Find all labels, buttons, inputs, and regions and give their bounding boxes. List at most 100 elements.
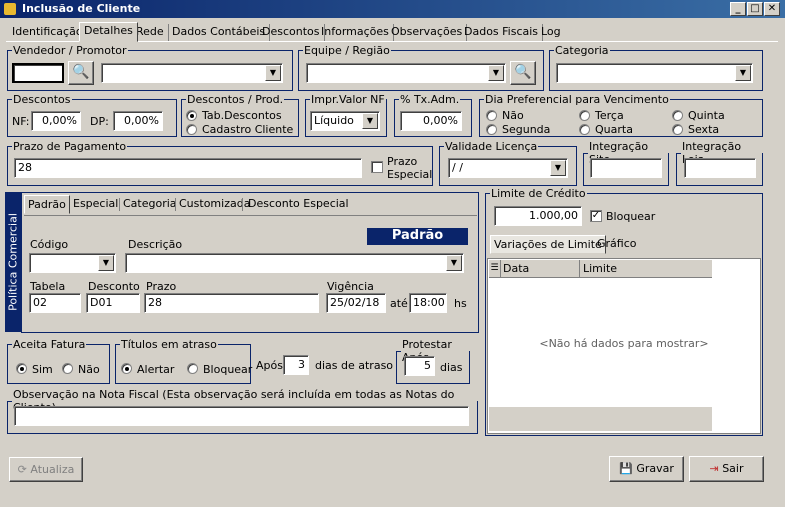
prazo-especial-checkbox[interactable]	[371, 161, 383, 173]
limite-input[interactable]: 1.000,00	[494, 206, 582, 226]
aceita-sim-radio[interactable]	[16, 363, 27, 374]
cadastro-cliente-label: Cadastro Cliente	[202, 123, 294, 136]
dia-quarta-radio[interactable]	[579, 124, 590, 135]
equipe-legend: Equipe / Região	[304, 44, 390, 57]
chevron-down-icon[interactable]: ▼	[98, 255, 114, 271]
tab-log[interactable]: Log	[537, 24, 565, 41]
dia-pref-legend: Dia Preferencial para Vencimento	[485, 93, 669, 106]
chevron-down-icon[interactable]: ▼	[550, 160, 566, 176]
nf-discount-input[interactable]: 0,00%	[31, 111, 81, 131]
tab-observacoes[interactable]: Observações	[387, 24, 468, 41]
desconto-input[interactable]: D01	[86, 293, 140, 313]
validade-date-picker[interactable]: / / ▼	[448, 158, 568, 178]
politica-tab-especial[interactable]: Especial	[70, 195, 121, 214]
protestar-dias-label: dias	[440, 361, 463, 374]
atualiza-button[interactable]: ⟳ Atualiza	[9, 457, 83, 482]
politica-tabs: Padrão Especial Categoria Customizada De…	[24, 195, 477, 216]
minimize-button[interactable]: _	[730, 2, 746, 16]
close-button[interactable]: ✕	[764, 2, 780, 16]
chevron-down-icon[interactable]: ▼	[446, 255, 462, 271]
aceita-group: Aceita Fatura	[7, 338, 110, 384]
tab-descontos-label: Tab.Descontos	[202, 109, 282, 122]
dia-segunda-radio[interactable]	[486, 124, 497, 135]
tabela-label: Tabela	[30, 280, 66, 293]
tab-descontos[interactable]: Descontos	[258, 24, 325, 41]
tab-dados-contabeis[interactable]: Dados Contábeis	[168, 24, 271, 41]
politica-side-label: Política Comercial	[5, 192, 21, 332]
limite-grid[interactable]: ☰ Data Limite <Não há dados para mostrar…	[487, 258, 761, 434]
prazo-especial-label-1: Prazo	[387, 155, 418, 168]
empty-message: <Não há dados para mostrar>	[539, 337, 709, 350]
vendedor-name-select[interactable]: ▼	[101, 63, 283, 83]
codigo-select[interactable]: ▼	[29, 253, 116, 273]
limite-tabs: Variações de Limite Gráfico	[490, 235, 762, 255]
gravar-button[interactable]: 💾 Gravar	[609, 456, 684, 482]
bloquear-label: Bloquear	[606, 210, 656, 223]
vendedor-search-button[interactable]: 🔍	[68, 61, 94, 85]
impr-select[interactable]: Líquido ▼	[310, 111, 380, 131]
equipe-select[interactable]: ▼	[306, 63, 506, 83]
descontos-legend: Descontos	[13, 93, 71, 106]
grid-menu-icon[interactable]: ☰	[489, 260, 501, 277]
tabela-input[interactable]: 02	[29, 293, 81, 313]
tab-dados-fiscais[interactable]: Dados Fiscais	[460, 24, 544, 41]
prazo-pol-label: Prazo	[146, 280, 177, 293]
dias-atraso-input[interactable]: 3	[283, 355, 309, 375]
aceita-nao-radio[interactable]	[62, 363, 73, 374]
politica-tab-padrao[interactable]: Padrão	[24, 195, 70, 214]
chevron-down-icon[interactable]: ▼	[735, 65, 751, 81]
tab-grafico[interactable]: Gráfico	[594, 235, 640, 254]
bloquear-radio[interactable]	[187, 363, 198, 374]
integ-site-input[interactable]	[590, 158, 662, 178]
title-bar: Inclusão de Cliente	[0, 0, 785, 18]
tab-variacoes-limite[interactable]: Variações de Limite	[490, 235, 606, 254]
save-icon: 💾	[619, 462, 637, 475]
aceita-sim-label: Sim	[32, 363, 53, 376]
descricao-select[interactable]: ▼	[125, 253, 464, 273]
limite-legend: Limite de Crédito	[491, 187, 586, 200]
integ-loja-input[interactable]	[684, 158, 756, 178]
dia-sexta-label: Sexta	[688, 123, 720, 136]
dia-nao-radio[interactable]	[486, 110, 497, 121]
prazo-pol-input[interactable]: 28	[144, 293, 319, 313]
politica-banner: Padrão	[367, 228, 468, 245]
obs-input[interactable]	[14, 406, 469, 426]
prazo-input[interactable]: 28	[14, 158, 362, 178]
categoria-select[interactable]: ▼	[556, 63, 753, 83]
dp-label: DP:	[90, 115, 109, 128]
codigo-label: Código	[30, 238, 69, 251]
politica-tab-categoria[interactable]: Categoria	[120, 195, 180, 214]
column-limite[interactable]: Limite	[583, 262, 617, 275]
protestar-input[interactable]: 5	[404, 356, 435, 376]
search-icon: 🔍	[72, 64, 90, 80]
alertar-radio[interactable]	[121, 363, 132, 374]
chevron-down-icon[interactable]: ▼	[265, 65, 281, 81]
cadastro-cliente-radio[interactable]	[186, 124, 197, 135]
tab-descontos-radio[interactable]	[186, 110, 197, 121]
categoria-legend: Categoria	[555, 44, 609, 57]
chevron-down-icon[interactable]: ▼	[362, 113, 378, 129]
column-data[interactable]: Data	[503, 262, 529, 275]
hora-input[interactable]: 18:00	[409, 293, 447, 313]
sair-button[interactable]: ⇥ Sair	[689, 456, 764, 482]
maximize-button[interactable]: □	[747, 2, 763, 16]
alertar-label: Alertar	[137, 363, 175, 376]
dia-quinta-label: Quinta	[688, 109, 725, 122]
chevron-down-icon[interactable]: ▼	[488, 65, 504, 81]
dia-terca-radio[interactable]	[579, 110, 590, 121]
bloquear-checkbox[interactable]: ✓	[590, 210, 602, 222]
dia-sexta-radio[interactable]	[672, 124, 683, 135]
grid-footer	[489, 407, 712, 431]
tab-detalhes[interactable]: Detalhes	[79, 22, 138, 42]
tx-adm-input[interactable]: 0,00%	[400, 111, 462, 131]
dia-quinta-radio[interactable]	[672, 110, 683, 121]
politica-side-label-text: Política Comercial	[6, 213, 20, 311]
equipe-search-button[interactable]: 🔍	[510, 61, 536, 85]
vendedor-code-input[interactable]	[12, 63, 64, 83]
vigencia-input[interactable]: 25/02/18	[326, 293, 386, 313]
dia-terca-label: Terça	[595, 109, 624, 122]
tab-informacoes[interactable]: Informações	[317, 24, 394, 41]
dp-discount-input[interactable]: 0,00%	[113, 111, 163, 131]
tab-identificacao[interactable]: Identificação	[8, 24, 88, 41]
politica-tab-desconto-especial[interactable]: Desconto Especial	[245, 195, 352, 214]
